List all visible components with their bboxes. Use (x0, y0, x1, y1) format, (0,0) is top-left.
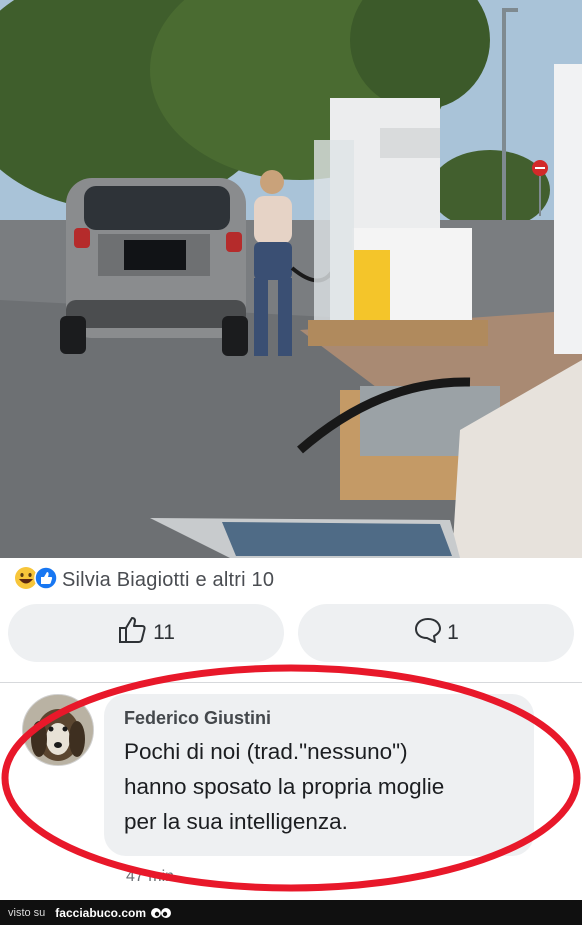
post-photo (0, 0, 582, 558)
comment-button[interactable]: 1 (298, 604, 574, 662)
comment-line: hanno sposato la propria moglie (124, 774, 445, 799)
eyes-logo-icon (150, 906, 172, 920)
thumbs-up-icon (117, 615, 149, 651)
comment-text: Pochi di noi (trad."nessuno") hanno spos… (124, 734, 524, 839)
gas-station-scene (0, 0, 582, 558)
comment-author[interactable]: Federico Giustini (124, 708, 271, 729)
comment-line: Pochi di noi (trad."nessuno") (124, 739, 408, 764)
comment-bubble-icon (413, 616, 443, 650)
like-button[interactable]: 11 (8, 604, 284, 662)
like-icon (34, 565, 58, 595)
site-name: facciabuco.com (55, 905, 146, 920)
comment-bubble[interactable]: Federico Giustini Pochi di noi (trad."ne… (104, 694, 534, 856)
dog-avatar-image (23, 695, 93, 765)
comment-timestamp[interactable]: 47 min (126, 868, 174, 886)
watermark-footer: visto su facciabuco.com (0, 900, 582, 925)
reaction-names[interactable]: Silvia Biagiotti e altri 10 (62, 569, 274, 592)
commenter-avatar[interactable] (22, 694, 94, 766)
reaction-emojis (14, 565, 58, 595)
reactions-summary[interactable]: Silvia Biagiotti e altri 10 (0, 562, 582, 598)
divider (0, 682, 582, 683)
visto-su-label: visto su (8, 906, 46, 919)
comment-count: 1 (447, 621, 459, 644)
comment-line: per la sua intelligenza. (124, 809, 348, 834)
like-count: 11 (153, 621, 175, 644)
